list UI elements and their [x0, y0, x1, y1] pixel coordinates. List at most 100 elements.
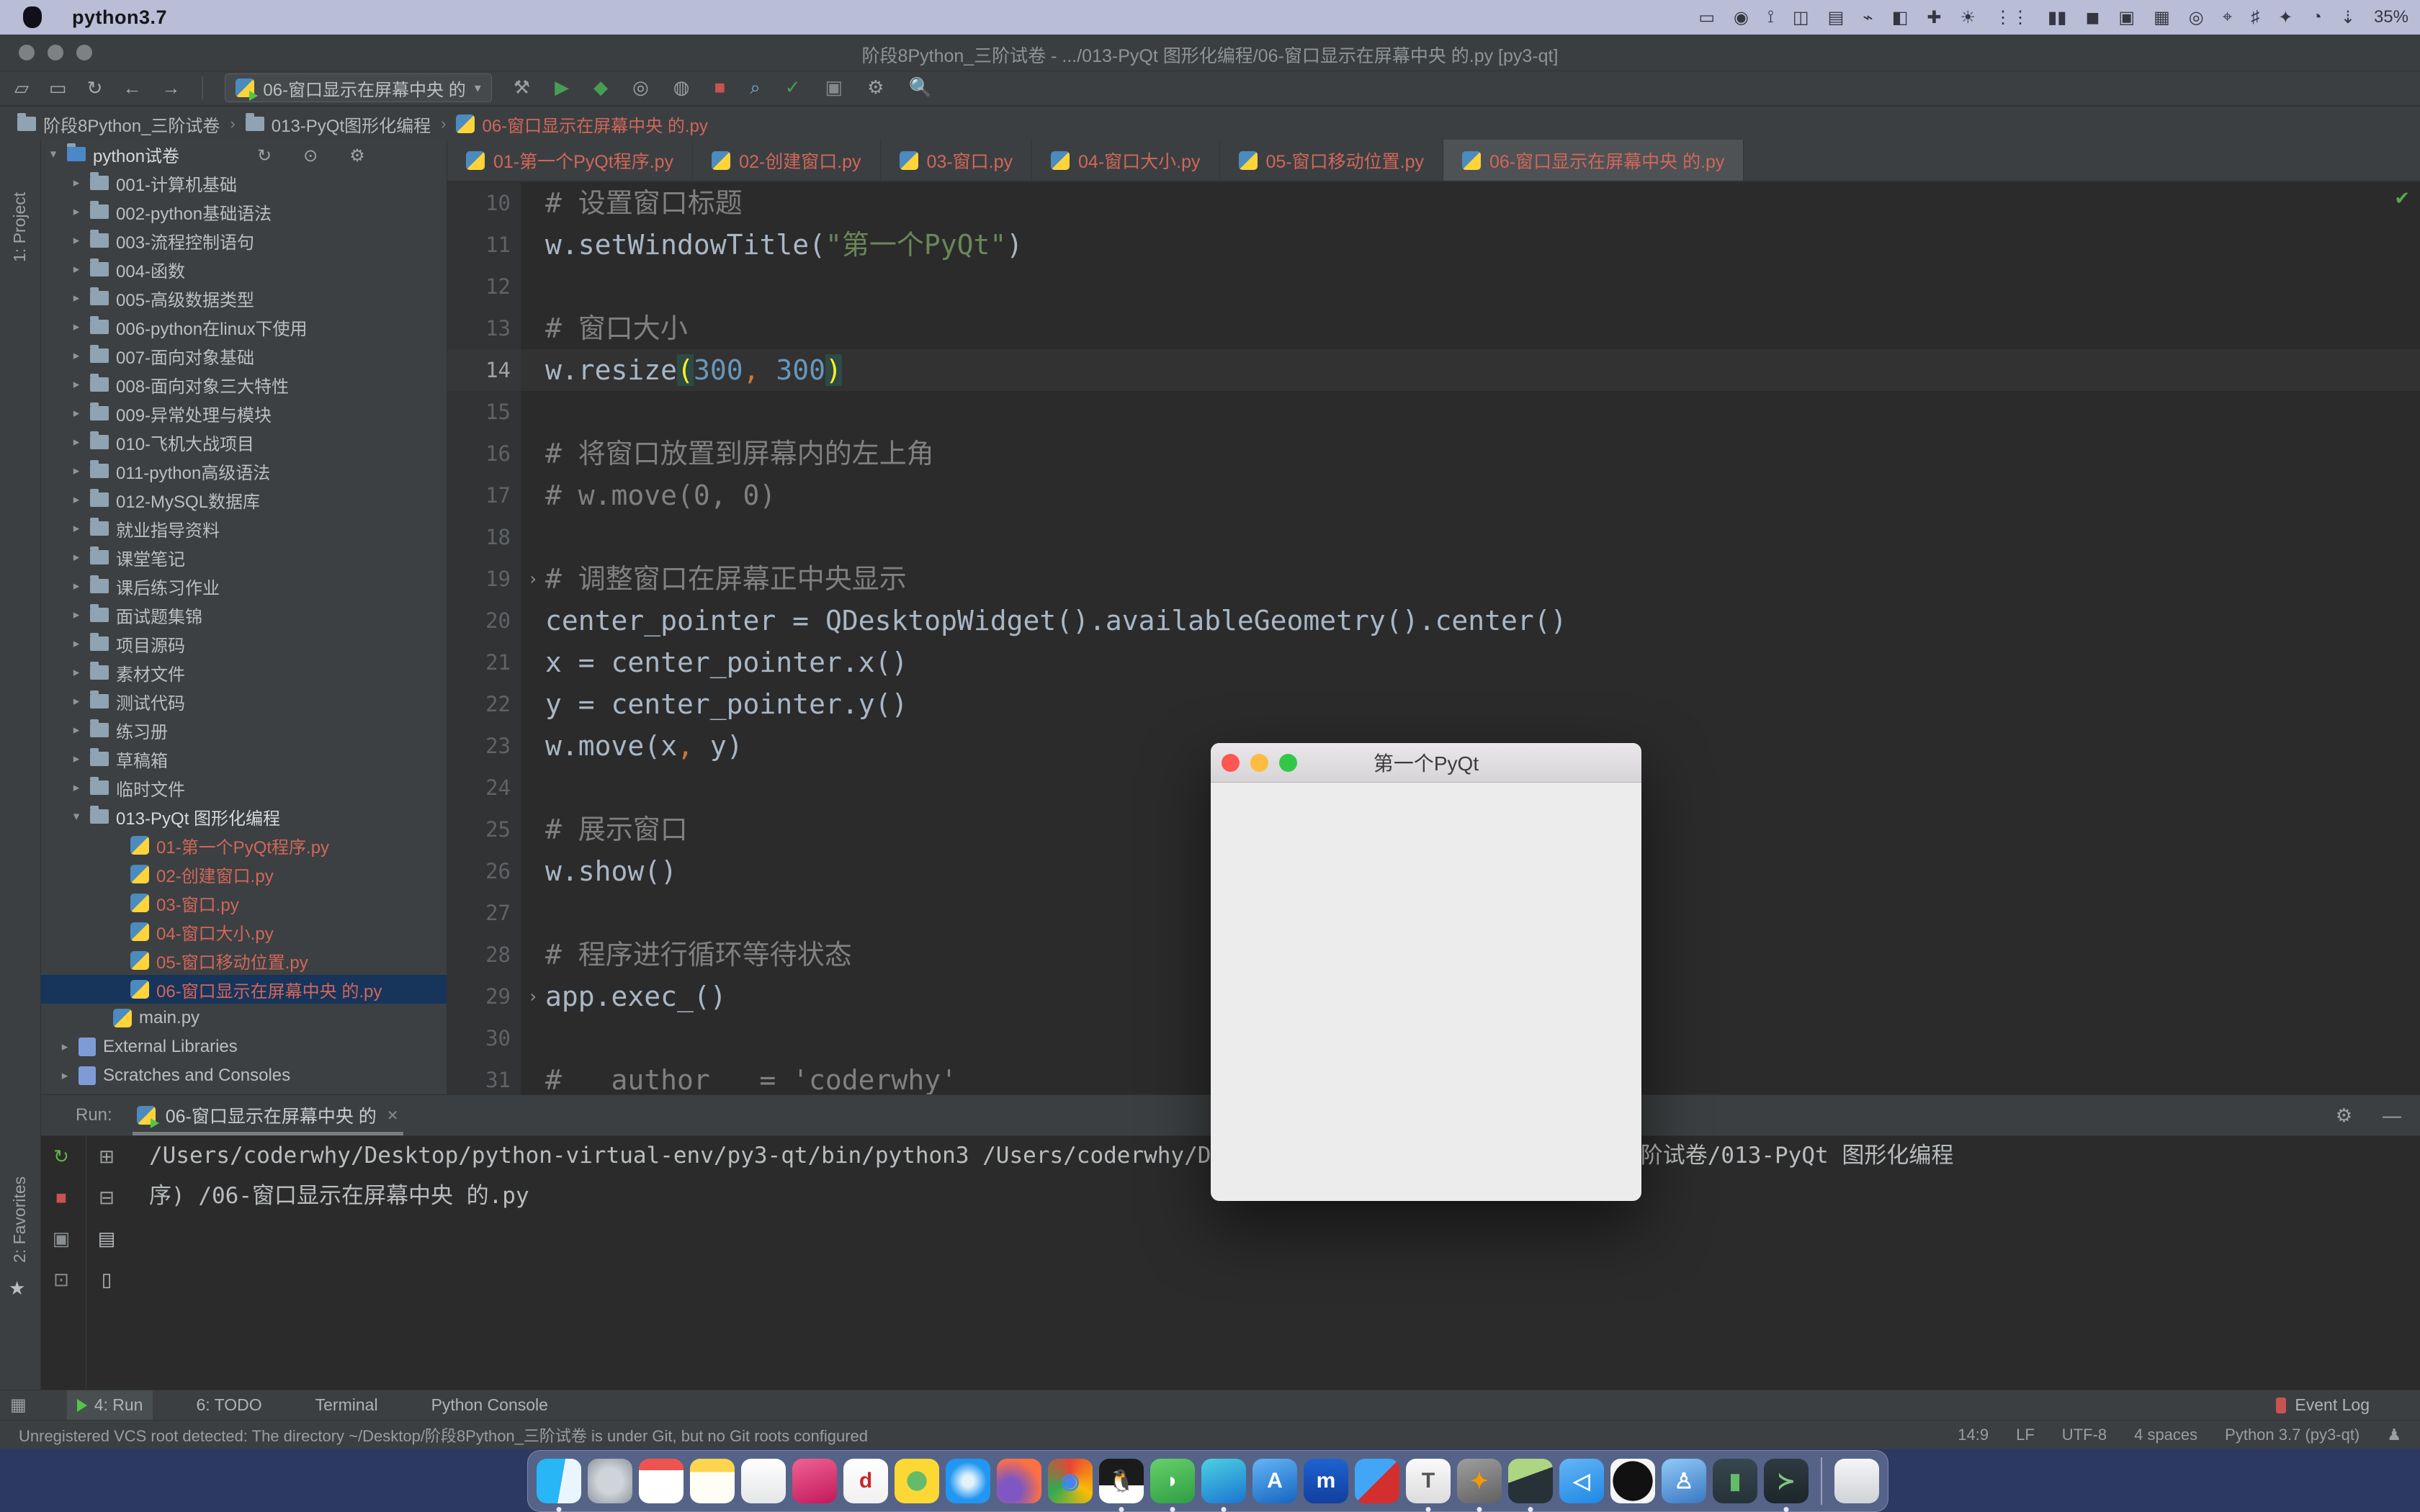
stop-icon[interactable]: ■ [55, 1187, 67, 1209]
tree-row[interactable]: ▸项目源码 [41, 629, 447, 658]
dock-icon-github[interactable] [1610, 1459, 1655, 1503]
tree-row[interactable]: ▸009-异常处理与模块 [41, 399, 447, 428]
tool-window-switcher-icon[interactable]: ▦ [10, 1395, 27, 1416]
search-everywhere-icon[interactable]: ⌕ [750, 76, 761, 99]
tree-arrow-icon[interactable]: ▸ [70, 406, 83, 420]
pause-output-icon[interactable]: ▣ [53, 1228, 71, 1250]
tree-row[interactable]: main.py [41, 1004, 447, 1032]
tree-arrow-icon[interactable]: ▸ [70, 752, 83, 766]
status-message[interactable]: Unregistered VCS root detected: The dire… [19, 1423, 868, 1446]
fold-marker-icon[interactable]: › [521, 976, 545, 1017]
dock-icon-launchpad[interactable] [588, 1459, 632, 1503]
pyqt-app-window[interactable]: 第一个PyQt [1211, 743, 1641, 1201]
menubar-status-icon[interactable]: ⟟ [1767, 7, 1774, 27]
tree-row[interactable]: ▸面试题集锦 [41, 600, 447, 629]
dock-icon-dictionary[interactable] [792, 1459, 837, 1503]
tree-arrow-icon[interactable]: ▸ [70, 435, 83, 449]
tree-row[interactable]: 01-第一个PyQt程序.py [41, 831, 447, 860]
breadcrumb-item[interactable]: 阶段8Python_三阶试卷 [17, 112, 220, 137]
tree-row[interactable]: 03-窗口.py [41, 888, 447, 917]
code-line[interactable]: 10# 设置窗口标题 [447, 182, 2420, 224]
tree-arrow-icon[interactable]: ▸ [70, 780, 83, 795]
menubar-status-icon[interactable]: ✚ [1927, 7, 1941, 28]
tree-row[interactable]: ▾013-PyQt 图形化编程 [41, 802, 447, 831]
tree-arrow-icon[interactable]: ▸ [58, 1068, 71, 1083]
dock-icon-charles[interactable] [1508, 1459, 1553, 1503]
restore-layout-icon[interactable]: ⊡ [53, 1269, 69, 1291]
menubar-status-icon[interactable]: ◎ [2189, 7, 2204, 28]
code-line[interactable]: 22y = center_pointer.y() [447, 683, 2420, 725]
tree-arrow-icon[interactable]: ▸ [70, 377, 83, 392]
menubar-status-icon[interactable]: ◼ [2085, 7, 2099, 28]
pyqt-title-bar[interactable]: 第一个PyQt [1211, 743, 1641, 783]
menubar-status-icon[interactable]: ⇣ [2341, 7, 2355, 28]
tree-arrow-icon[interactable]: ▸ [70, 665, 83, 680]
menubar-status-icon[interactable]: ◫ [1793, 7, 1809, 28]
inspect-icon[interactable]: ✓ [785, 76, 801, 99]
panel-header-icon[interactable]: ↻ [257, 145, 272, 166]
dock-icon-textedit[interactable] [741, 1459, 786, 1503]
dock-icon-alfred[interactable]: ♙ [1662, 1459, 1706, 1503]
menubar-status-icon[interactable]: ▤ [1828, 7, 1845, 28]
editor-tab[interactable]: 01-第一个PyQt程序.py [447, 140, 693, 181]
tree-row[interactable]: ▸008-面向对象三大特性 [41, 370, 447, 399]
tree-row[interactable]: ▸005-高级数据类型 [41, 284, 447, 312]
line-separator[interactable]: LF [2016, 1426, 2035, 1444]
code-line[interactable]: 14w.resize(300, 300) [447, 349, 2420, 391]
dock-icon-dash[interactable]: d [843, 1459, 888, 1503]
dock-icon-calendar[interactable] [639, 1459, 684, 1503]
tool-window-button[interactable]: Terminal [305, 1390, 388, 1420]
tree-row[interactable]: ▸002-python基础语法 [41, 197, 447, 226]
fold-marker-icon[interactable]: › [521, 558, 545, 600]
rerun-icon[interactable]: ↻ [53, 1146, 69, 1168]
tree-arrow-icon[interactable]: ▸ [70, 579, 83, 593]
menubar-status-icon[interactable]: ◧ [1892, 7, 1909, 28]
menubar-status-icon[interactable]: ◔ [2311, 7, 2322, 27]
menubar-status-icon[interactable]: ▮▮ [2048, 7, 2066, 28]
find-icon[interactable]: 🔍 [908, 76, 931, 99]
tree-arrow-icon[interactable]: ▾ [70, 809, 83, 824]
tree-row[interactable]: ▸001-计算机基础 [41, 168, 447, 197]
tree-row[interactable]: ▸就业指导资料 [41, 514, 447, 543]
tree-row[interactable]: 04-窗口大小.py [41, 917, 447, 946]
menubar-status-icon[interactable]: ⌁ [1863, 7, 1873, 28]
tree-arrow-icon[interactable]: ▸ [70, 608, 83, 622]
breadcrumb-item[interactable]: 013-PyQt图形化编程 [246, 112, 431, 137]
dock-icon-terminal[interactable]: ▮ [1713, 1459, 1757, 1503]
dock-icon-iterm[interactable]: ≻ [1764, 1459, 1809, 1503]
close-icon[interactable]: ✕ [387, 1107, 399, 1125]
code-line[interactable]: 18 [447, 516, 2420, 558]
editor-tab[interactable]: 05-窗口移动位置.py [1220, 140, 1443, 181]
sync-icon[interactable]: ↻ [87, 77, 103, 99]
dock-icon-notes[interactable] [690, 1459, 735, 1503]
tree-row[interactable]: 06-窗口显示在屏幕中央 的.py [41, 975, 447, 1004]
tree-row[interactable]: ▸010-飞机大战项目 [41, 428, 447, 456]
tree-arrow-icon[interactable]: ▸ [70, 233, 83, 248]
tree-row[interactable]: ▸007-面向对象基础 [41, 341, 447, 370]
menubar-status-icon[interactable]: ⋮⋮ [1994, 7, 2029, 28]
editor-tab[interactable]: 02-创建窗口.py [693, 140, 880, 181]
tree-row[interactable]: ▸课后练习作业 [41, 572, 447, 600]
file-encoding[interactable]: UTF-8 [2062, 1426, 2107, 1444]
tree-row[interactable]: 02-创建窗口.py [41, 860, 447, 888]
stop-icon[interactable]: ■ [714, 76, 725, 99]
menubar-status-icon[interactable]: ♯ [2251, 7, 2259, 27]
dock-icon-vscode[interactable]: ◁ [1559, 1459, 1604, 1503]
forward-icon[interactable]: → [161, 77, 180, 99]
menubar-status-icon[interactable]: ◉ [1734, 7, 1749, 28]
editor-tab[interactable]: 04-窗口大小.py [1032, 140, 1219, 181]
scroll-end-icon[interactable]: ⊟ [99, 1187, 115, 1209]
panel-header-icon[interactable]: ⊙ [303, 145, 318, 166]
battery-percent[interactable]: 35% [2374, 7, 2408, 27]
layout-icon[interactable]: ▣ [825, 76, 843, 99]
tool-button-project[interactable]: 1: Project [10, 192, 30, 262]
tree-arrow-icon[interactable]: ▸ [70, 464, 83, 478]
dock-icon-xmind[interactable]: ✦ [1457, 1459, 1502, 1503]
tree-arrow-icon[interactable]: ▸ [70, 320, 83, 334]
code-line[interactable]: 12 [447, 266, 2420, 307]
tree-row[interactable]: ▸011-python高级语法 [41, 456, 447, 485]
editor-tab[interactable]: 06-窗口显示在屏幕中央 的.py [1443, 140, 1744, 181]
tree-row[interactable]: ▸素材文件 [41, 658, 447, 687]
tree-arrow-icon[interactable]: ▸ [58, 1040, 71, 1054]
dock-icon-appstore-blue[interactable]: A [1252, 1459, 1297, 1503]
